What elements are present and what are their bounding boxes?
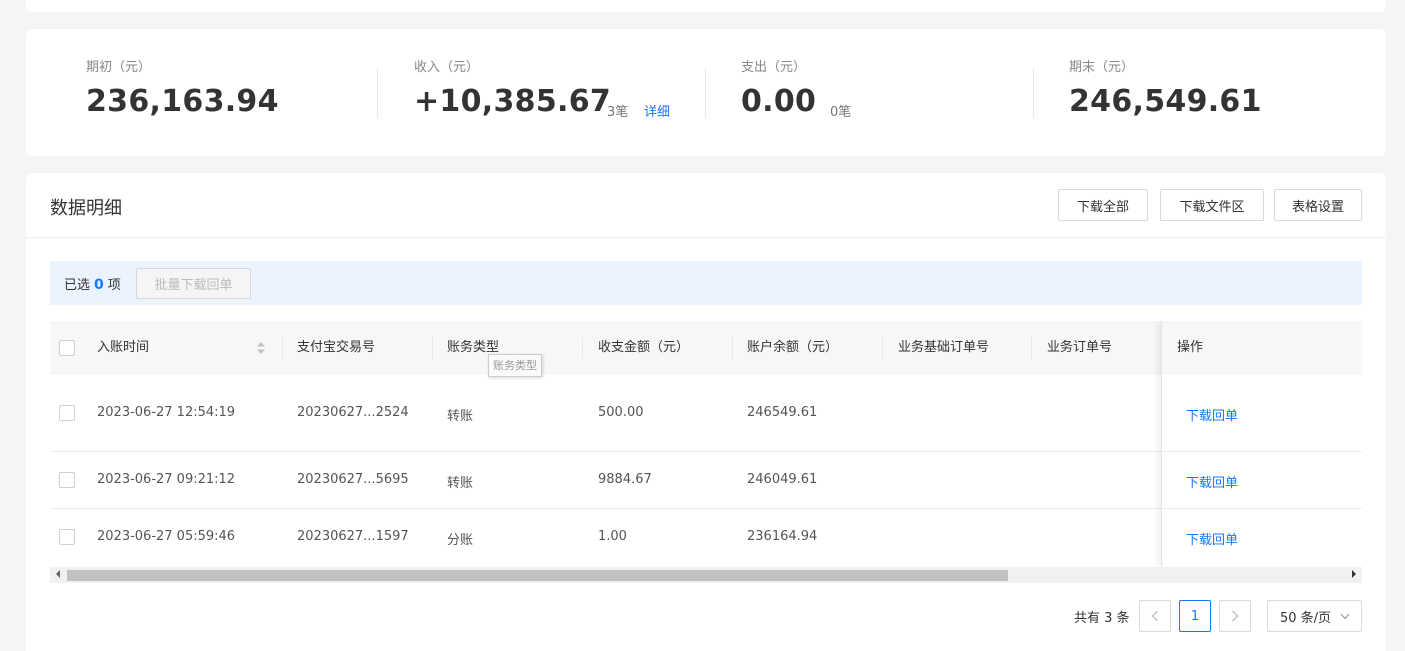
expense-value: 0.00 bbox=[741, 84, 817, 119]
sort-icon[interactable] bbox=[256, 341, 266, 355]
page-size-select[interactable]: 50 条/页 bbox=[1267, 600, 1362, 632]
divider bbox=[377, 68, 378, 118]
horizontal-scrollbar[interactable] bbox=[50, 567, 1362, 583]
pagination-total: 共有 3 条 bbox=[1074, 611, 1130, 626]
selection-suffix: 项 bbox=[107, 278, 121, 293]
col-order: 业务订单号 bbox=[1047, 340, 1113, 355]
detail-title: 数据明细 bbox=[50, 198, 122, 219]
expense-label: 支出（元） bbox=[741, 60, 807, 75]
income-label: 收入（元） bbox=[414, 60, 480, 75]
col-balance: 账户余额（元） bbox=[747, 340, 839, 355]
col-separator bbox=[282, 337, 283, 359]
row-checkbox[interactable] bbox=[59, 472, 75, 488]
summary-card: 期初（元） 236,163.94 收入（元） +10,385.67 3笔 详细 … bbox=[26, 29, 1386, 156]
opening-value: 236,163.94 bbox=[86, 84, 279, 119]
cell-type: 转账 bbox=[447, 476, 474, 491]
top-card bbox=[26, 0, 1386, 12]
page-size-value: 50 条/页 bbox=[1280, 610, 1332, 626]
scroll-right-icon[interactable] bbox=[1352, 570, 1356, 578]
fixed-action-column bbox=[1161, 321, 1362, 567]
page-button-current[interactable]: 1 bbox=[1179, 600, 1211, 632]
opening-label: 期初（元） bbox=[86, 60, 152, 75]
cell-amount: 9884.67 bbox=[598, 472, 652, 487]
divider bbox=[1033, 68, 1034, 118]
cell-amount: 1.00 bbox=[598, 529, 627, 544]
download-all-button[interactable]: 下载全部 bbox=[1058, 189, 1148, 221]
income-detail-link[interactable]: 详细 bbox=[644, 101, 670, 120]
scrollbar-thumb[interactable] bbox=[67, 570, 1008, 581]
cell-balance: 246049.61 bbox=[747, 472, 818, 487]
col-base-order: 业务基础订单号 bbox=[898, 340, 990, 355]
chevron-down-icon bbox=[1340, 613, 1350, 620]
col-separator bbox=[882, 337, 883, 359]
income-value: +10,385.67 bbox=[414, 84, 612, 119]
row-checkbox[interactable] bbox=[59, 405, 75, 421]
chevron-left-icon bbox=[1151, 610, 1158, 622]
cell-balance: 246549.61 bbox=[747, 405, 818, 420]
cell-time: 2023-06-27 12:54:19 bbox=[97, 405, 236, 420]
cell-amount: 500.00 bbox=[598, 405, 644, 420]
column-tooltip: 账务类型 bbox=[488, 354, 542, 377]
data-table: 入账时间 支付宝交易号 账务类型 收支金额（元） 账户余额（元） 业务基础订单号… bbox=[50, 321, 1362, 567]
selection-bar: 已选 0 项 批量下载回单 bbox=[50, 261, 1362, 305]
closing-label: 期末（元） bbox=[1069, 60, 1135, 75]
next-page-button[interactable] bbox=[1219, 600, 1251, 632]
cell-type: 转账 bbox=[447, 409, 474, 424]
selection-count: 0 bbox=[94, 277, 104, 293]
scroll-left-icon[interactable] bbox=[56, 570, 60, 578]
cell-trade-no: 20230627...2524 bbox=[297, 405, 409, 420]
col-separator bbox=[582, 337, 583, 359]
download-files-button[interactable]: 下载文件区 bbox=[1160, 189, 1264, 221]
row-checkbox[interactable] bbox=[59, 529, 75, 545]
chevron-right-icon bbox=[1232, 610, 1239, 622]
selection-prefix: 已选 bbox=[64, 278, 91, 293]
income-count: 3笔 bbox=[607, 105, 629, 120]
col-time[interactable]: 入账时间 bbox=[97, 321, 149, 375]
detail-card: 数据明细 下载全部 下载文件区 表格设置 已选 0 项 批量下载回单 入账时间 支付… bbox=[26, 173, 1386, 651]
closing-value: 246,549.61 bbox=[1069, 84, 1262, 119]
cell-trade-no: 20230627...5695 bbox=[297, 472, 409, 487]
cell-time: 2023-06-27 09:21:12 bbox=[97, 472, 236, 487]
col-separator bbox=[1031, 337, 1032, 359]
col-separator bbox=[432, 337, 433, 359]
cell-type: 分账 bbox=[447, 533, 474, 548]
cell-trade-no: 20230627...1597 bbox=[297, 529, 409, 544]
batch-download-button[interactable]: 批量下载回单 bbox=[136, 268, 251, 299]
col-amount: 收支金额（元） bbox=[598, 340, 690, 355]
header-divider bbox=[26, 237, 1386, 238]
prev-page-button[interactable] bbox=[1139, 600, 1171, 632]
divider bbox=[705, 68, 706, 118]
cell-balance: 236164.94 bbox=[747, 529, 818, 544]
cell-time: 2023-06-27 05:59:46 bbox=[97, 529, 236, 544]
select-all-checkbox[interactable] bbox=[59, 340, 75, 356]
col-trade-no: 支付宝交易号 bbox=[297, 340, 376, 355]
col-separator bbox=[732, 337, 733, 359]
selection-text: 已选 0 项 bbox=[64, 274, 121, 293]
expense-count: 0笔 bbox=[830, 105, 852, 120]
table-settings-button[interactable]: 表格设置 bbox=[1274, 189, 1362, 221]
